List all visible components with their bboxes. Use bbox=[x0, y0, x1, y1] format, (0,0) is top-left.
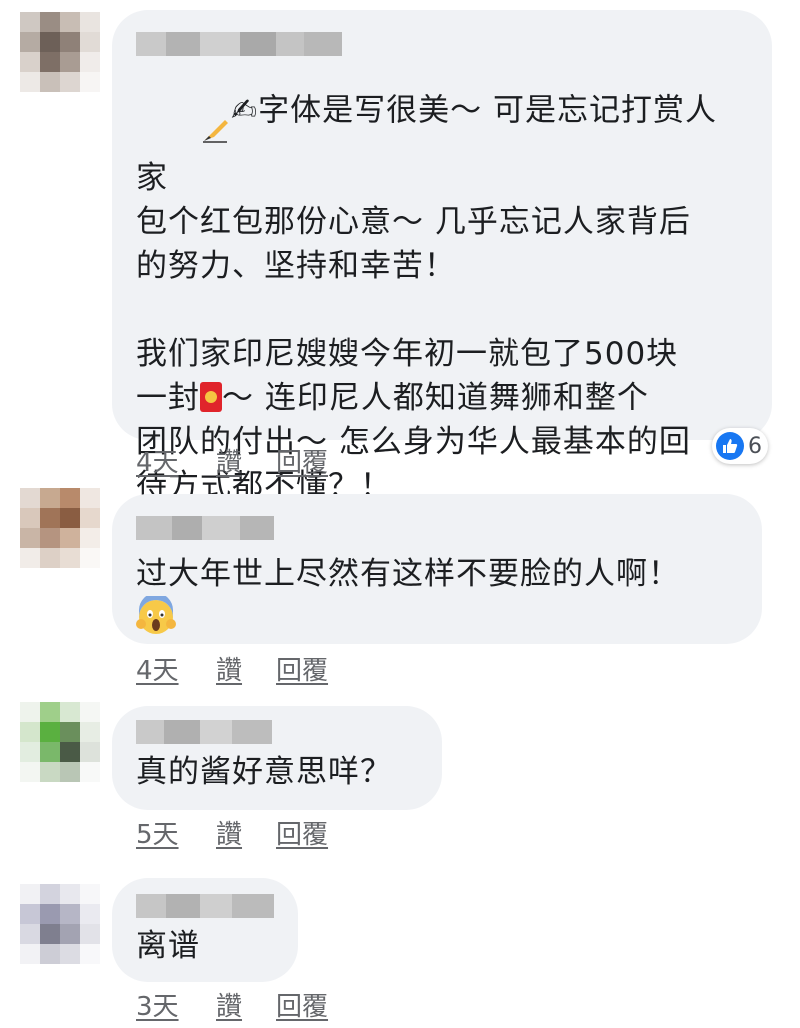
red-envelope-icon bbox=[200, 382, 222, 412]
comment-actions: 4天 讚 回覆 bbox=[136, 442, 328, 479]
avatar[interactable] bbox=[20, 702, 100, 782]
comment-actions: 4天 讚 回覆 bbox=[136, 650, 328, 687]
reply-button[interactable]: 回覆 bbox=[276, 814, 328, 851]
comment-bubble: 过大年世上尽然有这样不要脸的人啊！ bbox=[112, 494, 762, 644]
timestamp[interactable]: 4天 bbox=[136, 650, 182, 687]
avatar[interactable] bbox=[20, 12, 100, 92]
comment-text: 过大年世上尽然有这样不要脸的人啊！ bbox=[136, 552, 738, 648]
like-button[interactable]: 讚 bbox=[216, 986, 242, 1023]
comment-actions: 5天 讚 回覆 bbox=[136, 814, 328, 851]
like-button[interactable]: 讚 bbox=[216, 814, 242, 851]
comment-line: 真的酱好意思咩？ bbox=[136, 754, 392, 790]
reaction-summary[interactable]: 6 bbox=[712, 428, 768, 464]
comment-bubble: 离谱 bbox=[112, 878, 298, 982]
comment-bubble: 真的酱好意思咩？ bbox=[112, 706, 442, 810]
screaming-face-icon bbox=[136, 593, 176, 648]
commenter-name[interactable] bbox=[136, 894, 274, 918]
timestamp[interactable]: 3天 bbox=[136, 986, 182, 1023]
comment-line: 包个红包那份心意～ 几乎忘记人家背后 bbox=[136, 204, 691, 240]
commenter-name[interactable] bbox=[136, 720, 418, 744]
reply-button[interactable]: 回覆 bbox=[276, 986, 328, 1023]
comment-line: 的努力、坚持和幸苦！ bbox=[136, 248, 456, 284]
comment-line: 我们家印尼嫂嫂今年初一就包了500块 bbox=[136, 336, 679, 372]
comment-line: ～ 连印尼人都知道舞狮和整个 bbox=[222, 380, 649, 416]
like-button[interactable]: 讚 bbox=[216, 442, 242, 479]
commenter-name[interactable] bbox=[136, 516, 738, 540]
comment-actions: 3天 讚 回覆 bbox=[136, 986, 328, 1023]
reaction-count: 6 bbox=[748, 433, 762, 459]
timestamp[interactable]: 5天 bbox=[136, 814, 182, 851]
avatar[interactable] bbox=[20, 488, 100, 568]
comment-text: 真的酱好意思咩？ bbox=[136, 750, 418, 794]
like-button[interactable]: 讚 bbox=[216, 650, 242, 687]
comment-bubble: ✍字体是写很美～ 可是忘记打赏人家 包个红包那份心意～ 几乎忘记人家背后 的努力… bbox=[112, 10, 772, 504]
commenter-name[interactable] bbox=[136, 32, 748, 56]
reply-button[interactable]: 回覆 bbox=[276, 442, 328, 479]
timestamp[interactable]: 4天 bbox=[136, 442, 182, 479]
comment-line: 过大年世上尽然有这样不要脸的人啊！ bbox=[136, 556, 680, 592]
reply-button[interactable]: 回覆 bbox=[276, 650, 328, 687]
comment-text: 离谱 bbox=[136, 924, 274, 968]
writing-hand-icon bbox=[136, 68, 231, 156]
comment-line: 一封 bbox=[136, 380, 200, 416]
avatar[interactable] bbox=[20, 884, 100, 964]
comment-line: 离谱 bbox=[136, 928, 200, 964]
like-icon bbox=[716, 432, 744, 460]
